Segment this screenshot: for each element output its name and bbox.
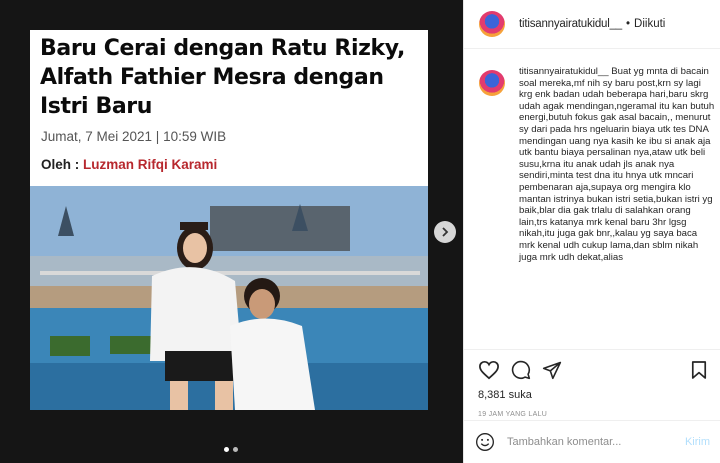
post-caption: titisannyairatukidul__ Buat yg mnta di b…: [479, 66, 715, 263]
byline-author: Luzman Rifqi Karami: [83, 157, 218, 172]
comment-input[interactable]: Tambahkan komentar...: [507, 436, 621, 448]
comment-icon[interactable]: [511, 360, 531, 380]
couple-photo: [30, 186, 428, 410]
action-bar: [478, 358, 707, 382]
article-headline: Baru Cerai dengan Ratu Rizky, Alfath Fat…: [40, 36, 405, 119]
heart-icon[interactable]: [478, 360, 500, 380]
post-actions: 8,381 suka 19 JAM YANG LALU: [464, 349, 720, 426]
emoji-icon[interactable]: [475, 432, 495, 452]
article-date: Jumat, 7 Mei 2021 | 10:59 WIB: [41, 129, 227, 144]
share-icon[interactable]: [542, 360, 562, 380]
carousel-dot: [233, 447, 238, 452]
avatar[interactable]: [479, 11, 505, 37]
send-comment-button[interactable]: Kirim: [685, 436, 710, 448]
like-count[interactable]: 8,381 suka: [478, 389, 707, 401]
header-username[interactable]: titisannyairatukidul__: [519, 18, 622, 30]
post-sidebar: titisannyairatukidul__ • Diikuti titisan…: [463, 0, 720, 463]
comment-box: Tambahkan komentar... Kirim: [464, 420, 720, 463]
follow-status-button[interactable]: Diikuti: [634, 18, 665, 30]
caption-avatar[interactable]: [479, 70, 505, 96]
bookmark-icon[interactable]: [691, 360, 707, 380]
article-photo: [30, 186, 428, 410]
carousel-dot-active: [224, 447, 229, 452]
carousel-indicator: [224, 447, 238, 452]
post-media: Baru Cerai dengan Ratu Rizky, Alfath Fat…: [0, 0, 463, 463]
post-header: titisannyairatukidul__ • Diikuti: [464, 0, 720, 49]
chevron-right-icon: [442, 227, 449, 237]
header-separator: •: [626, 18, 631, 30]
caption-text-block: titisannyairatukidul__ Buat yg mnta di b…: [519, 66, 715, 263]
next-slide-button[interactable]: [434, 221, 456, 243]
article-byline: Oleh : Luzman Rifqi Karami: [30, 144, 428, 172]
post-timestamp[interactable]: 19 JAM YANG LALU: [478, 411, 707, 418]
caption-body: Buat yg mnta di bacain soal mereka,mf ni…: [519, 66, 715, 263]
caption-username[interactable]: titisannyairatukidul__: [519, 66, 609, 77]
news-article-screenshot: Baru Cerai dengan Ratu Rizky, Alfath Fat…: [30, 30, 428, 410]
instagram-post-modal: Baru Cerai dengan Ratu Rizky, Alfath Fat…: [0, 0, 720, 463]
byline-label: Oleh :: [41, 157, 80, 172]
